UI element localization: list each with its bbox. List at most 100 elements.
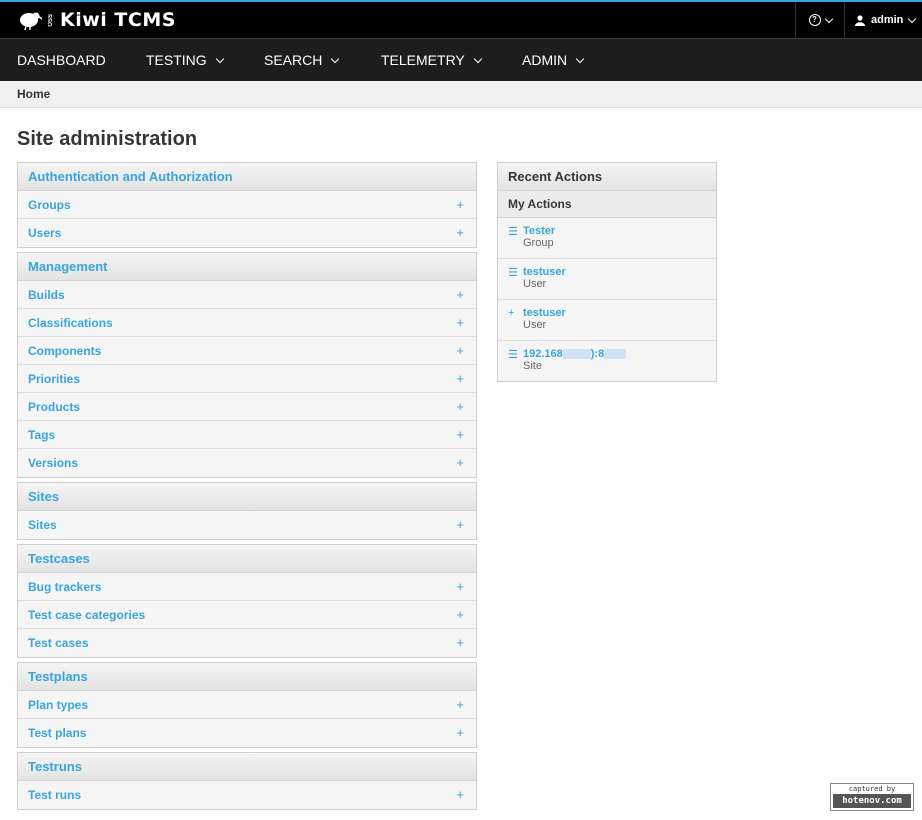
model-row-groups: Groups + — [18, 191, 476, 219]
model-link[interactable]: Test cases — [28, 636, 89, 650]
model-link[interactable]: Users — [28, 226, 61, 240]
action-link[interactable]: testuser — [523, 307, 716, 319]
action-link-part: ):8 — [590, 348, 605, 360]
module-title[interactable]: Testruns — [18, 753, 476, 781]
main-nav: DASHBOARD TESTING SEARCH TELEMETRY ADMIN — [0, 38, 922, 81]
page-title: Site administration — [17, 128, 198, 150]
add-icon[interactable]: + — [456, 517, 464, 532]
model-row-priorities: Priorities + — [18, 365, 476, 393]
user-menu[interactable]: admin — [844, 2, 922, 38]
add-icon[interactable]: + — [456, 455, 464, 470]
model-row-products: Products + — [18, 393, 476, 421]
model-row-plan-types: Plan types + — [18, 691, 476, 719]
model-row-users: Users + — [18, 219, 476, 247]
action-item: ☰ 192.168):8 Site — [498, 341, 716, 381]
model-row-builds: Builds + — [18, 281, 476, 309]
module-title[interactable]: Management — [18, 253, 476, 281]
module-title[interactable]: Testcases — [18, 545, 476, 573]
chevron-down-icon — [331, 54, 340, 63]
chevron-down-icon — [473, 54, 483, 63]
model-link[interactable]: Tags — [28, 428, 55, 442]
model-link[interactable]: Versions — [28, 456, 78, 470]
add-icon[interactable]: + — [456, 427, 464, 442]
action-item: ☰ testuser User — [498, 259, 716, 300]
action-link[interactable]: Tester — [523, 225, 716, 237]
add-icon[interactable]: + — [456, 607, 464, 622]
user-icon — [855, 14, 865, 26]
add-icon[interactable]: + — [456, 371, 464, 386]
add-icon[interactable]: + — [456, 197, 464, 212]
breadcrumb-home[interactable]: Home — [17, 87, 50, 101]
action-link-part: 192.168 — [523, 348, 563, 360]
model-row-test-case-categories: Test case categories + — [18, 601, 476, 629]
change-icon: ☰ — [508, 267, 518, 279]
breadcrumb: Home — [0, 81, 922, 108]
module-testplans: Testplans Plan types + Test plans + — [17, 662, 477, 748]
add-icon[interactable]: + — [456, 225, 464, 240]
kiwi-logo[interactable]: OSS Kiwi TCMS — [16, 8, 176, 32]
add-icon[interactable]: + — [456, 697, 464, 712]
nav-telemetry[interactable]: TELEMETRY — [381, 39, 483, 81]
model-link[interactable]: Sites — [28, 518, 57, 532]
model-link[interactable]: Classifications — [28, 316, 113, 330]
user-name: admin — [871, 14, 904, 26]
module-testruns: Testruns Test runs + — [17, 752, 477, 810]
module-management: Management Builds + Classifications + Co… — [17, 252, 477, 478]
add-icon[interactable]: + — [456, 287, 464, 302]
nav-admin[interactable]: ADMIN — [522, 39, 585, 81]
model-row-test-runs: Test runs + — [18, 781, 476, 809]
model-link[interactable]: Builds — [28, 288, 65, 302]
model-row-sites: Sites + — [18, 511, 476, 539]
model-link[interactable]: Test case categories — [28, 608, 145, 622]
question-circle-icon: ? — [808, 14, 821, 26]
nav-search[interactable]: SEARCH — [264, 39, 340, 81]
kiwi-bird-icon — [20, 12, 42, 30]
model-row-classifications: Classifications + — [18, 309, 476, 337]
app-name: Kiwi TCMS — [60, 9, 176, 31]
add-icon[interactable]: + — [456, 787, 464, 802]
add-icon[interactable]: + — [456, 579, 464, 594]
recent-actions-title: Recent Actions — [498, 163, 716, 191]
model-row-test-plans: Test plans + — [18, 719, 476, 747]
redacted-block — [562, 349, 591, 360]
nav-label: DASHBOARD — [17, 52, 106, 68]
model-link[interactable]: Components — [28, 344, 101, 358]
model-row-bug-trackers: Bug trackers + — [18, 573, 476, 601]
my-actions-title: My Actions — [498, 191, 716, 218]
module-sites: Sites Sites + — [17, 482, 477, 540]
nav-label: TESTING — [146, 52, 207, 68]
nav-label: SEARCH — [264, 52, 323, 68]
nav-dashboard[interactable]: DASHBOARD — [17, 39, 106, 81]
logo-small-text: OSS — [48, 13, 54, 27]
action-item: ☰ Tester Group — [498, 218, 716, 259]
nav-testing[interactable]: TESTING — [146, 39, 224, 81]
add-icon[interactable]: + — [456, 399, 464, 414]
model-link[interactable]: Test runs — [28, 788, 81, 802]
model-link[interactable]: Plan types — [28, 698, 88, 712]
redacted-block — [604, 349, 627, 360]
module-title[interactable]: Authentication and Authorization — [18, 163, 476, 191]
model-link[interactable]: Test plans — [28, 726, 86, 740]
module-title[interactable]: Testplans — [18, 663, 476, 691]
model-link[interactable]: Bug trackers — [28, 580, 101, 594]
help-menu[interactable]: ? — [795, 2, 844, 38]
top-bar: OSS Kiwi TCMS ? admin — [0, 0, 922, 38]
action-link[interactable]: testuser — [523, 266, 716, 278]
model-link[interactable]: Groups — [28, 198, 71, 212]
action-type: User — [523, 278, 547, 290]
action-type: Group — [523, 237, 554, 249]
action-item: + testuser User — [498, 300, 716, 341]
add-icon: + — [508, 307, 515, 319]
add-icon[interactable]: + — [456, 635, 464, 650]
model-link[interactable]: Products — [28, 400, 80, 414]
add-icon[interactable]: + — [456, 725, 464, 740]
change-icon: ☰ — [508, 226, 518, 238]
add-icon[interactable]: + — [456, 315, 464, 330]
model-row-versions: Versions + — [18, 449, 476, 477]
model-link[interactable]: Priorities — [28, 372, 80, 386]
add-icon[interactable]: + — [456, 343, 464, 358]
module-title[interactable]: Sites — [18, 483, 476, 511]
module-testcases: Testcases Bug trackers + Test case categ… — [17, 544, 477, 658]
model-row-tags: Tags + — [18, 421, 476, 449]
action-link[interactable]: 192.168 ):8 — [523, 348, 716, 360]
